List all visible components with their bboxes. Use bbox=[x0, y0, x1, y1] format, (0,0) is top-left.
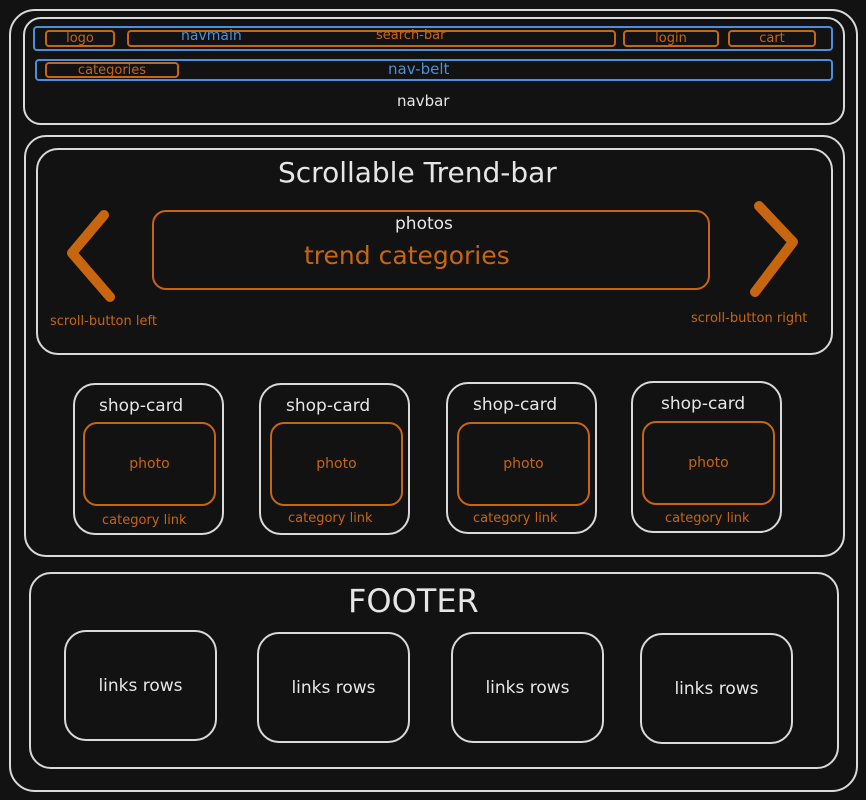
footer-links-column: links rows bbox=[451, 632, 604, 743]
category-link[interactable]: category link bbox=[288, 511, 373, 526]
shop-card-photo: photo bbox=[270, 422, 403, 506]
categories-button[interactable]: categories bbox=[45, 62, 179, 78]
shop-card[interactable]: shop-card photo category link bbox=[73, 383, 224, 535]
logo[interactable]: logo bbox=[45, 30, 115, 47]
cart-button[interactable]: cart bbox=[728, 30, 816, 47]
shop-card-title: shop-card bbox=[286, 396, 371, 416]
category-link[interactable]: category link bbox=[473, 511, 558, 526]
scroll-button-left[interactable] bbox=[62, 205, 117, 305]
photo-label: photo bbox=[129, 456, 170, 472]
photos-label: photos bbox=[395, 214, 453, 234]
category-link[interactable]: category link bbox=[665, 511, 750, 526]
shop-card[interactable]: shop-card photo category link bbox=[259, 383, 410, 535]
photo-label: photo bbox=[316, 456, 357, 472]
navbar-label: navbar bbox=[397, 92, 450, 110]
category-link[interactable]: category link bbox=[102, 513, 187, 528]
links-rows-label[interactable]: links rows bbox=[98, 676, 182, 696]
links-rows-label[interactable]: links rows bbox=[674, 679, 758, 699]
shop-card[interactable]: shop-card photo category link bbox=[631, 381, 782, 533]
chevron-right-icon bbox=[750, 201, 798, 297]
shop-card-photo: photo bbox=[457, 422, 590, 506]
login-button[interactable]: login bbox=[623, 30, 719, 47]
navmain-label: navmain bbox=[181, 28, 242, 44]
shop-card[interactable]: shop-card photo category link bbox=[446, 382, 597, 534]
footer-links-column: links rows bbox=[640, 633, 793, 744]
links-rows-label[interactable]: links rows bbox=[485, 678, 569, 698]
nav-belt-label: nav-belt bbox=[388, 60, 450, 78]
shop-card-title: shop-card bbox=[99, 396, 184, 416]
chevron-left-icon bbox=[67, 210, 115, 302]
footer-title: FOOTER bbox=[348, 582, 479, 620]
shop-card-title: shop-card bbox=[661, 394, 746, 414]
photo-label: photo bbox=[503, 456, 544, 472]
photo-label: photo bbox=[688, 455, 729, 471]
footer-links-column: links rows bbox=[257, 632, 410, 743]
categories-label: categories bbox=[77, 62, 147, 78]
scroll-button-left-label: scroll-button left bbox=[50, 314, 157, 329]
shop-card-title: shop-card bbox=[473, 395, 558, 415]
search-bar-label: search-bar bbox=[376, 28, 446, 43]
login-label: login bbox=[655, 31, 687, 46]
shop-card-photo: photo bbox=[83, 422, 216, 506]
trend-categories-label: trend categories bbox=[304, 241, 510, 270]
logo-label: logo bbox=[66, 31, 94, 46]
cart-label: cart bbox=[759, 31, 785, 46]
shop-card-photo: photo bbox=[642, 421, 775, 505]
links-rows-label[interactable]: links rows bbox=[291, 678, 375, 698]
scroll-button-right-label: scroll-button right bbox=[691, 311, 808, 326]
trend-bar-title: Scrollable Trend-bar bbox=[278, 156, 557, 189]
footer-links-column: links rows bbox=[64, 630, 217, 741]
scroll-button-right[interactable] bbox=[745, 198, 805, 298]
